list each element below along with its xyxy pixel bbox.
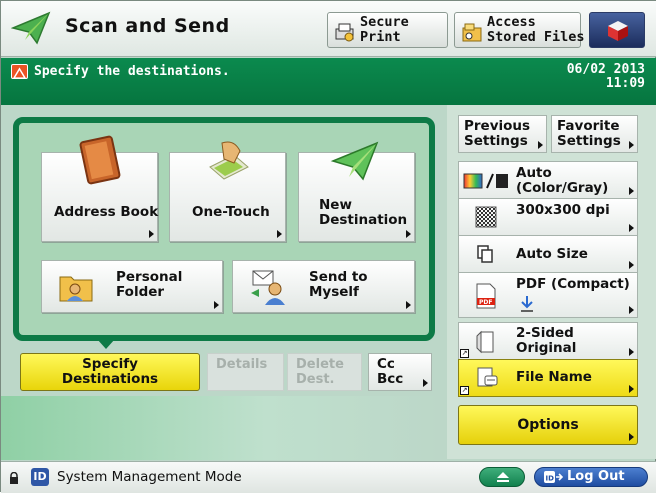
cc-bcc-label: Cc Bcc — [377, 356, 404, 387]
options-button[interactable]: Options — [458, 405, 638, 445]
one-touch-button[interactable]: One-Touch — [169, 141, 286, 242]
chevron-right-icon — [629, 141, 634, 149]
previous-settings-button[interactable]: Previous Settings — [458, 115, 547, 153]
screen: Scan and Send Secure Print Access Stored… — [0, 0, 656, 493]
lock-icon — [10, 472, 18, 484]
id-badge-icon: ID — [31, 468, 49, 486]
chevron-right-icon — [629, 433, 634, 441]
two-sided-label: 2-Sided Original — [516, 325, 577, 356]
details-button[interactable]: Details — [207, 353, 284, 391]
shortcut-corner-icon: ↗ — [460, 349, 469, 358]
date-time: 06/02 2013 11:09 — [567, 63, 645, 91]
two-sided-original-setting[interactable]: 2-Sided Original ↗ — [458, 322, 638, 360]
chevron-right-icon — [629, 385, 634, 393]
color-mode-setting[interactable]: Auto (Color/Gray) — [458, 161, 638, 199]
chevron-right-icon — [214, 301, 219, 309]
new-destination-button[interactable]: New Destination — [298, 141, 415, 242]
cc-bcc-button[interactable]: Cc Bcc — [368, 353, 432, 391]
scan-size-label: Auto Size — [516, 246, 588, 262]
chevron-right-icon — [629, 348, 634, 356]
resolution-label: 300x300 dpi — [516, 202, 610, 218]
file-format-label: PDF (Compact) — [516, 276, 630, 292]
scan-size-setting[interactable]: Auto Size — [458, 235, 638, 273]
time: 11:09 — [605, 76, 645, 91]
chevron-right-icon — [406, 230, 411, 238]
delete-destination-label: Delete Dest. — [296, 357, 344, 387]
logout-button[interactable]: ID Log Out — [534, 467, 648, 487]
file-name-icon — [477, 367, 498, 387]
file-name-setting[interactable]: File Name ↗ — [458, 359, 638, 397]
address-book-label: Address Book — [54, 204, 159, 220]
secure-print-button[interactable]: Secure Print — [327, 12, 448, 48]
logout-label: Log Out — [567, 469, 625, 484]
favorite-settings-label: Favorite Settings — [557, 118, 621, 149]
instruction-message: Specify the destinations. — [34, 64, 230, 79]
color-gray-icon — [463, 173, 508, 189]
personal-folder-icon — [59, 276, 93, 302]
personal-folder-button[interactable]: Personal Folder — [41, 260, 223, 313]
svg-text:ID: ID — [546, 475, 555, 483]
shortcut-corner-icon: ↗ — [460, 386, 469, 395]
chevron-right-icon — [629, 306, 634, 314]
status-monitor-button[interactable] — [589, 12, 645, 48]
chevron-right-icon — [629, 224, 634, 232]
app-title: Scan and Send — [65, 15, 230, 37]
access-stored-files-label: Access Stored Files — [487, 14, 585, 45]
send-to-myself-button[interactable]: Send to Myself — [232, 260, 415, 313]
color-mode-label: Auto (Color/Gray) — [516, 165, 609, 196]
address-book-icon — [79, 135, 121, 185]
file-format-setting[interactable]: PDF PDF (Compact) — [458, 272, 638, 318]
one-touch-icon — [209, 141, 249, 180]
paper-plane-icon — [11, 11, 51, 45]
destination-panel: Address Book One-Touch New Destination P… — [13, 117, 435, 341]
specify-destinations-button[interactable]: Specify Destinations — [20, 353, 200, 391]
stored-files-icon — [462, 23, 482, 42]
options-label: Options — [517, 417, 579, 433]
new-destination-label: New Destination — [319, 197, 408, 228]
decorative-band — [1, 396, 441, 460]
header: Scan and Send Secure Print Access Stored… — [1, 1, 656, 57]
system-mode-label: System Management Mode — [57, 469, 242, 485]
specify-destinations-label: Specify Destinations — [61, 356, 159, 387]
chevron-right-icon — [629, 261, 634, 269]
panel-pointer — [97, 339, 115, 349]
secure-print-label: Secure Print — [360, 14, 409, 45]
chevron-right-icon — [423, 379, 428, 387]
compact-download-icon — [521, 296, 533, 312]
status-bar: ID System Management Mode ID Log Out — [1, 461, 656, 493]
previous-settings-label: Previous Settings — [464, 118, 531, 149]
chevron-right-icon — [149, 230, 154, 238]
details-label: Details — [216, 357, 268, 372]
svg-text:PDF: PDF — [479, 299, 492, 306]
send-to-myself-icon — [251, 270, 285, 305]
logout-id-icon: ID — [544, 471, 563, 483]
access-stored-files-button[interactable]: Access Stored Files — [454, 12, 585, 48]
eject-button[interactable] — [479, 467, 525, 487]
scan-size-icon — [477, 245, 493, 263]
eject-icon — [497, 472, 509, 482]
message-bar: Specify the destinations. 06/02 2013 11:… — [1, 58, 656, 105]
favorite-settings-button[interactable]: Favorite Settings — [551, 115, 638, 153]
personal-folder-label: Personal Folder — [116, 269, 183, 300]
chevron-right-icon — [538, 141, 543, 149]
two-sided-icon — [476, 330, 494, 354]
resolution-icon — [475, 206, 497, 228]
warning-icon — [11, 64, 28, 79]
cube-icon — [608, 21, 628, 41]
chevron-right-icon — [629, 187, 634, 195]
send-to-myself-label: Send to Myself — [309, 269, 368, 300]
pdf-file-icon: PDF — [476, 283, 496, 309]
resolution-setting[interactable]: 300x300 dpi — [458, 198, 638, 236]
chevron-right-icon — [406, 301, 411, 309]
new-destination-icon — [330, 141, 379, 181]
address-book-button[interactable]: Address Book — [41, 135, 159, 242]
delete-destination-button[interactable]: Delete Dest. — [287, 353, 362, 391]
file-name-label: File Name — [516, 369, 592, 385]
date: 06/02 2013 — [566, 62, 645, 77]
secure-print-icon — [335, 23, 354, 42]
one-touch-label: One-Touch — [192, 204, 270, 220]
chevron-right-icon — [277, 230, 282, 238]
